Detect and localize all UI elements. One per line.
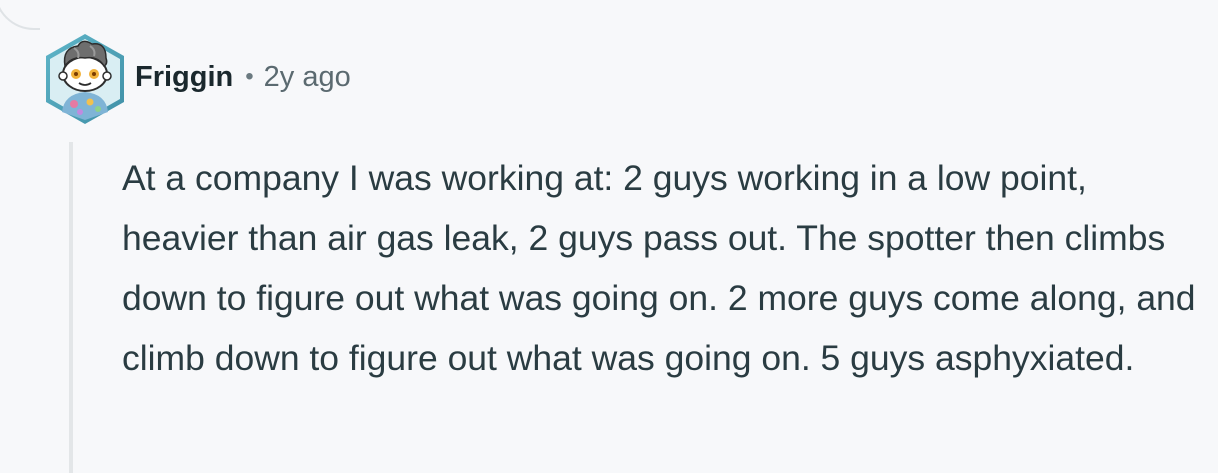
- author-name[interactable]: Friggin: [135, 61, 233, 94]
- snoo-avatar-icon: [46, 34, 124, 124]
- thread-connector: [0, 0, 40, 30]
- avatar[interactable]: [38, 32, 132, 126]
- comment-meta: Friggin • 2y ago: [135, 55, 351, 99]
- thread-collapse-line[interactable]: [69, 142, 73, 473]
- meta-separator: •: [245, 63, 254, 90]
- comment-body: At a company I was working at: 2 guys wo…: [122, 158, 1196, 378]
- timestamp[interactable]: 2y ago: [264, 61, 351, 94]
- comment: Friggin • 2y ago At a company I was work…: [0, 0, 1218, 473]
